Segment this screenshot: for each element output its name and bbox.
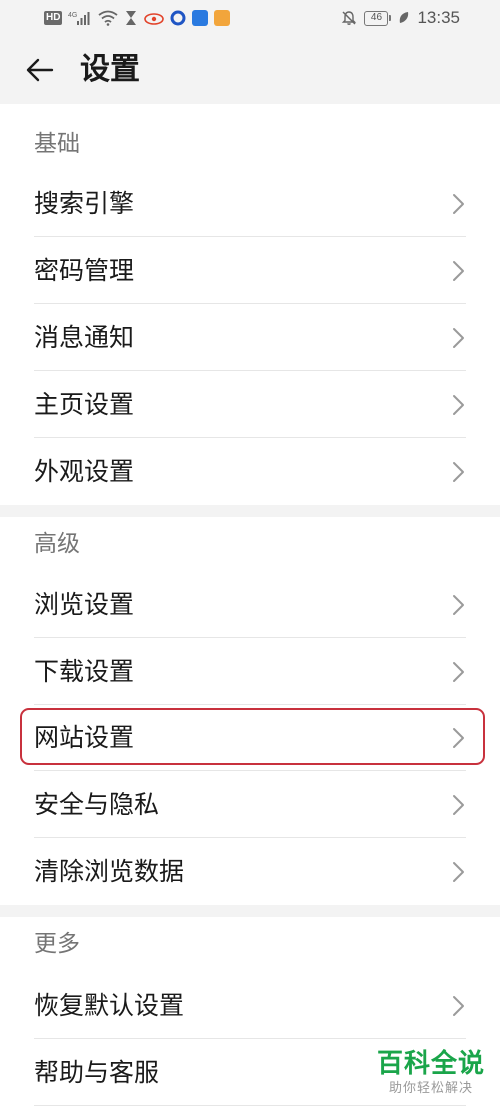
watermark-main: 百科全说 xyxy=(376,1049,485,1079)
section-separator xyxy=(0,905,500,917)
section-header-basic: 基础 xyxy=(34,131,80,157)
status-bar-left: HD 4G xyxy=(44,10,231,26)
settings-item-label: 恢复默认设置 xyxy=(34,991,185,1020)
settings-item-label: 密码管理 xyxy=(34,256,135,285)
status-bar-right: 46 13:35 xyxy=(341,8,460,28)
page-title: 设置 xyxy=(80,52,140,87)
chevron-right-icon xyxy=(453,328,464,348)
app-notification-icon-4 xyxy=(214,10,231,26)
settings-item-label: 主页设置 xyxy=(34,390,135,419)
settings-item-password-management[interactable]: 密码管理 xyxy=(0,237,500,304)
app-notification-icon-3 xyxy=(192,10,209,26)
chevron-right-icon xyxy=(453,395,464,415)
chevron-right-icon xyxy=(453,862,464,882)
settings-item-restore-defaults[interactable]: 恢复默认设置 xyxy=(0,972,500,1039)
settings-item-label: 网站设置 xyxy=(34,723,135,752)
settings-item-search-engine[interactable]: 搜索引擎 xyxy=(0,170,500,237)
network-type-label: 4G xyxy=(68,12,77,19)
settings-item-label: 浏览设置 xyxy=(34,590,135,619)
bell-muted-icon xyxy=(341,10,357,26)
section-header-advanced: 高级 xyxy=(34,531,80,557)
status-bar: HD 4G 46 13:35 xyxy=(0,0,500,36)
back-button[interactable] xyxy=(22,52,58,88)
hourglass-icon xyxy=(124,10,138,26)
chevron-right-icon xyxy=(453,595,464,615)
app-notification-icon-1 xyxy=(144,10,165,26)
settings-item-homepage[interactable]: 主页设置 xyxy=(0,371,500,438)
settings-item-label: 外观设置 xyxy=(34,457,135,486)
settings-item-label: 安全与隐私 xyxy=(34,790,160,819)
settings-item-label: 清除浏览数据 xyxy=(34,857,185,886)
app-notification-icon-2 xyxy=(170,10,186,26)
settings-item-downloads[interactable]: 下载设置 xyxy=(0,638,500,705)
wifi-icon xyxy=(98,10,119,26)
watermark-sub: 助你轻松解决 xyxy=(388,1081,473,1096)
chevron-right-icon xyxy=(453,662,464,682)
section-header-more: 更多 xyxy=(34,931,80,957)
arrow-left-icon xyxy=(26,58,54,82)
hd-badge: HD xyxy=(44,11,63,25)
chevron-right-icon xyxy=(453,194,464,214)
signal-icon: 4G xyxy=(68,10,92,26)
settings-item-label: 帮助与客服 xyxy=(34,1058,160,1087)
settings-item-security-privacy[interactable]: 安全与隐私 xyxy=(0,771,500,838)
settings-item-website[interactable]: 网站设置 xyxy=(0,704,500,771)
settings-item-notifications[interactable]: 消息通知 xyxy=(0,304,500,371)
settings-item-appearance[interactable]: 外观设置 xyxy=(0,438,500,505)
battery-level: 46 xyxy=(364,10,389,26)
chevron-right-icon xyxy=(453,728,464,748)
title-bar: 设置 xyxy=(0,36,500,104)
chevron-right-icon xyxy=(453,462,464,482)
settings-item-label: 消息通知 xyxy=(34,323,135,352)
watermark-logo: 百科全说 助你轻松解决 xyxy=(372,1048,490,1098)
battery-icon: 46 xyxy=(364,10,392,26)
status-time: 13:35 xyxy=(417,8,460,27)
settings-item-label: 搜索引擎 xyxy=(34,189,135,218)
chevron-right-icon xyxy=(453,795,464,815)
row-divider xyxy=(34,1105,466,1106)
section-separator xyxy=(0,505,500,517)
chevron-right-icon xyxy=(453,996,464,1016)
settings-item-label: 下载设置 xyxy=(34,657,135,686)
leaf-icon xyxy=(398,10,410,26)
settings-item-browsing[interactable]: 浏览设置 xyxy=(0,571,500,638)
chevron-right-icon xyxy=(453,261,464,281)
settings-item-clear-data[interactable]: 清除浏览数据 xyxy=(0,838,500,905)
